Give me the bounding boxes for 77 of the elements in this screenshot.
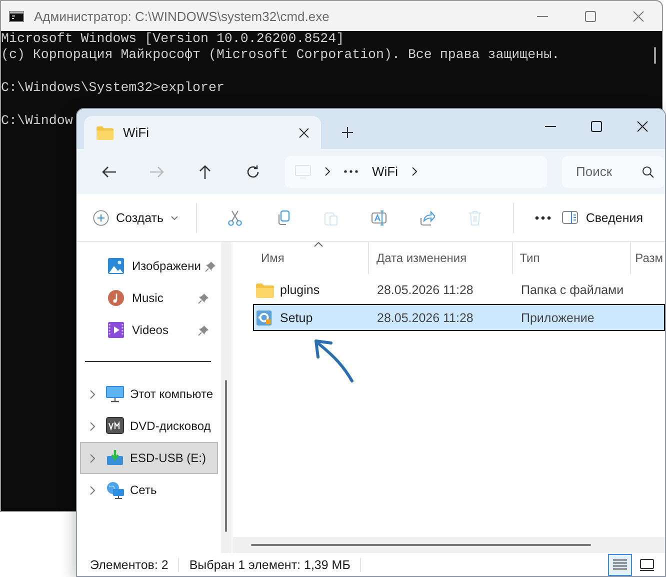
close-icon (636, 120, 648, 132)
list-icon (613, 559, 627, 570)
file-name: Setup (280, 310, 313, 324)
music-note-icon (108, 290, 124, 306)
chevron-right-icon[interactable] (90, 486, 94, 494)
console-line: C:\Window (1, 113, 73, 130)
usb-drive-icon (106, 449, 124, 467)
chevron-right-icon (412, 167, 417, 176)
search-field[interactable]: Поиск (562, 156, 664, 188)
ellipsis-icon[interactable] (344, 170, 358, 173)
scrollbar-thumb[interactable] (224, 380, 228, 532)
details-view-button[interactable] (608, 554, 632, 576)
window-title: Администратор: C:\WINDOWS\system32\cmd.exe (34, 8, 330, 24)
monitor-icon (106, 385, 124, 403)
console-line: Microsoft Windows [Version 10.0.26200.8524] (1, 31, 344, 48)
search-icon (642, 166, 654, 178)
date-cell-text: 28.05.2026 11:28 (376, 310, 474, 324)
folder-icon (96, 125, 114, 140)
scrollbar-thumb[interactable] (654, 47, 656, 64)
console-line: C:\Windows\System32>explorer (1, 80, 224, 98)
up-arrow-icon (197, 164, 213, 180)
folder-icon (256, 282, 274, 298)
video-icon (108, 322, 124, 338)
file-name: plugins (280, 282, 320, 296)
sidebar-item[interactable]: Этот компьюте (80, 378, 218, 410)
refresh-icon (245, 164, 261, 180)
column-header[interactable]: Разм (631, 242, 665, 274)
close-icon[interactable] (299, 128, 309, 138)
search-input[interactable]: Поиск (576, 164, 636, 179)
column-header[interactable]: Имя (233, 242, 370, 274)
chevron-right-icon[interactable] (90, 390, 94, 398)
disc-drive-icon (106, 417, 124, 435)
scissors-icon (226, 210, 243, 226)
app-icon (256, 310, 274, 326)
file-row[interactable]: Setup 28.05.2026 11:28 Приложение (253, 304, 665, 331)
ellipsis-icon (534, 216, 551, 220)
new-button[interactable]: Создать (89, 202, 182, 234)
sidebar-item[interactable]: Music (80, 282, 218, 314)
rename-icon (370, 210, 387, 226)
details-pane-icon (562, 211, 578, 224)
close-icon (632, 10, 644, 22)
console-line: (c) Корпорация Майкрософт (Microsoft Corporation). Все права защищены. (1, 47, 560, 64)
column-header[interactable]: Дата изменения (369, 242, 513, 274)
sidebar-item[interactable]: ESD-USB (E:) (80, 442, 218, 474)
item-count: Элементов: 2 (90, 558, 168, 572)
trash-icon (466, 210, 483, 226)
address-bar[interactable]: WiFi (285, 156, 547, 188)
plus-icon (342, 127, 352, 138)
caret-down-icon (170, 216, 178, 220)
plus-circle-icon (93, 210, 109, 226)
column-header[interactable]: Тип (512, 242, 632, 274)
tab[interactable]: WiFi (84, 116, 321, 149)
sidebar-item[interactable]: Videos (80, 314, 218, 346)
forward-arrow-icon (149, 164, 165, 180)
file-row[interactable]: plugins 28.05.2026 11:28 Папка с файлами (253, 276, 665, 303)
type-cell-text: Папка с файлами (520, 282, 625, 296)
tile-icon (640, 558, 654, 570)
network-globe-icon (106, 481, 124, 499)
details-button[interactable]: Сведения (562, 202, 643, 234)
maximize-icon (584, 10, 596, 22)
sidebar-item[interactable]: Сеть (80, 474, 218, 506)
chevron-right-icon (325, 167, 330, 176)
maximize-icon (590, 120, 602, 132)
chevron-right-icon[interactable] (90, 422, 94, 430)
back-arrow-icon (101, 164, 117, 180)
console-app-icon (9, 10, 24, 22)
date-cell-text: 28.05.2026 11:28 (376, 282, 474, 296)
chevron-right-icon[interactable] (90, 454, 94, 462)
type-cell-text: Приложение (520, 310, 596, 324)
scrollbar-thumb[interactable] (251, 544, 591, 546)
share-icon (418, 210, 435, 226)
sidebar-item[interactable]: Изображени (80, 250, 218, 282)
clipboard-icon (322, 210, 339, 226)
sidebar-item[interactable]: DVD-дисковод (80, 410, 218, 442)
selection-info: Выбран 1 элемент: 1,39 МБ (189, 558, 350, 572)
pictures-icon (108, 258, 124, 274)
breadcrumb-segment[interactable]: WiFi (372, 164, 398, 179)
